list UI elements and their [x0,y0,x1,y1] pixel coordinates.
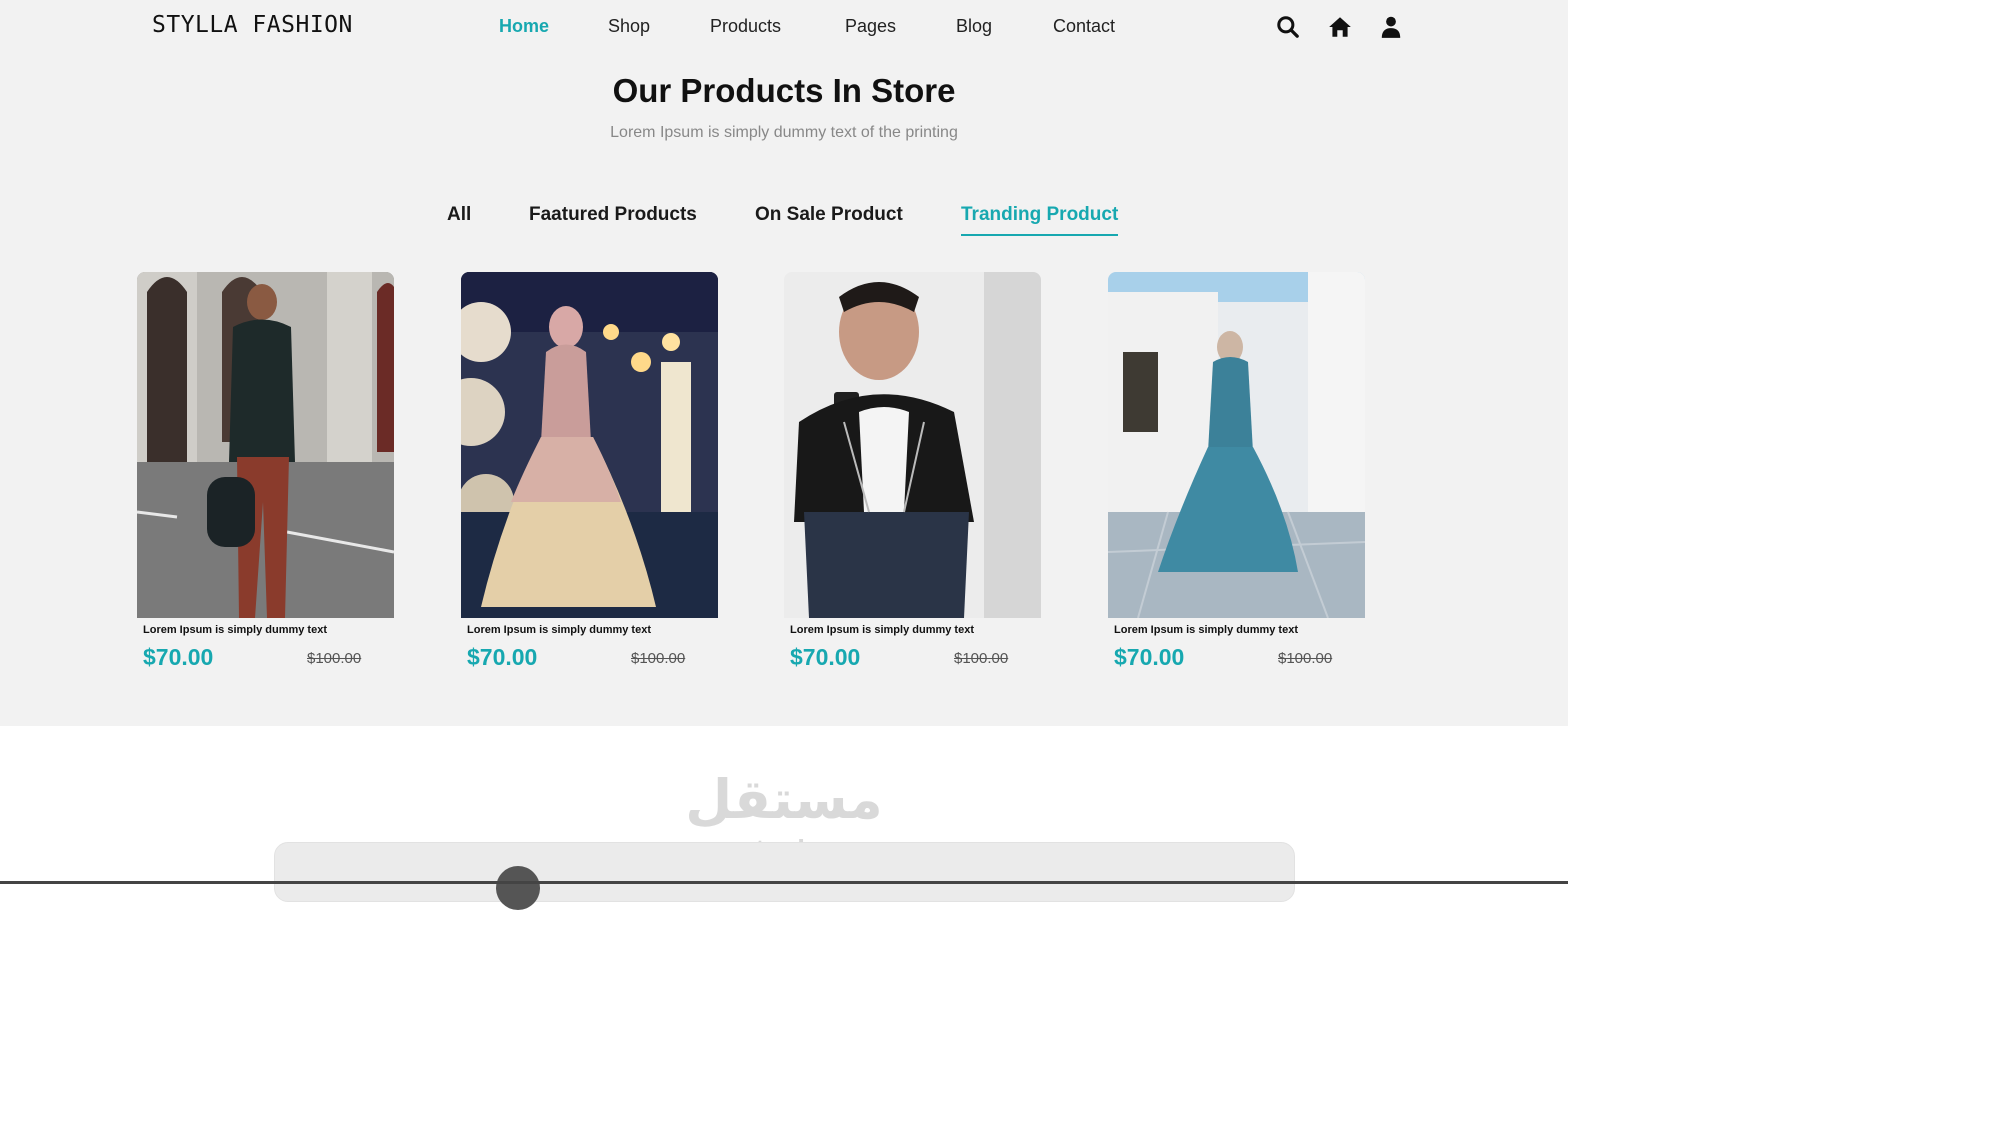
filter-tab-trending[interactable]: Tranding Product [961,204,1119,236]
nav-products[interactable]: Products [710,16,781,37]
search-icon[interactable] [1275,14,1301,40]
nav-pages[interactable]: Pages [845,16,896,37]
product-card[interactable]: Lorem Ipsum is simply dummy text $70.00 … [137,272,394,672]
product-name[interactable]: Lorem Ipsum is simply dummy text [143,624,327,636]
product-price: $70.00 [790,644,861,670]
product-image[interactable] [784,272,1041,618]
filter-tab-all[interactable]: All [447,204,471,226]
product-old-price: $100.00 [1278,650,1333,667]
avatar [496,866,540,910]
product-name[interactable]: Lorem Ipsum is simply dummy text [467,624,651,636]
products-section: STYLLA FASHION Home Shop Products Pages … [0,0,1568,726]
product-card[interactable]: Lorem Ipsum is simply dummy text $70.00 … [1108,272,1365,672]
product-old-price: $100.00 [307,650,362,667]
nav-home[interactable]: Home [499,16,549,37]
product-price: $70.00 [467,644,538,670]
testimonial-panel [274,842,1295,902]
product-image[interactable] [1108,272,1365,618]
product-card[interactable]: Lorem Ipsum is simply dummy text $70.00 … [461,272,718,672]
product-image[interactable] [461,272,718,618]
product-price: $70.00 [143,644,214,670]
nav-blog[interactable]: Blog [956,16,992,37]
home-icon[interactable] [1327,14,1353,40]
product-image[interactable] [137,272,394,618]
watermark-arabic: مستقل [685,768,883,831]
filter-tab-featured[interactable]: Faatured Products [529,204,697,226]
nav-contact[interactable]: Contact [1053,16,1115,37]
section-title: Our Products In Store [612,72,956,109]
user-icon[interactable] [1378,14,1404,40]
product-filter-tabs: All Faatured Products On Sale Product Tr… [0,204,1568,238]
section-subtitle: Lorem Ipsum is simply dummy text of the … [610,124,958,141]
nav-shop[interactable]: Shop [608,16,650,37]
product-name[interactable]: Lorem Ipsum is simply dummy text [1114,624,1298,636]
product-name[interactable]: Lorem Ipsum is simply dummy text [790,624,974,636]
product-card[interactable]: Lorem Ipsum is simply dummy text $70.00 … [784,272,1041,672]
product-old-price: $100.00 [954,650,1009,667]
product-old-price: $100.00 [631,650,686,667]
divider [0,881,1568,884]
product-price: $70.00 [1114,644,1185,670]
filter-tab-on-sale[interactable]: On Sale Product [755,204,903,226]
